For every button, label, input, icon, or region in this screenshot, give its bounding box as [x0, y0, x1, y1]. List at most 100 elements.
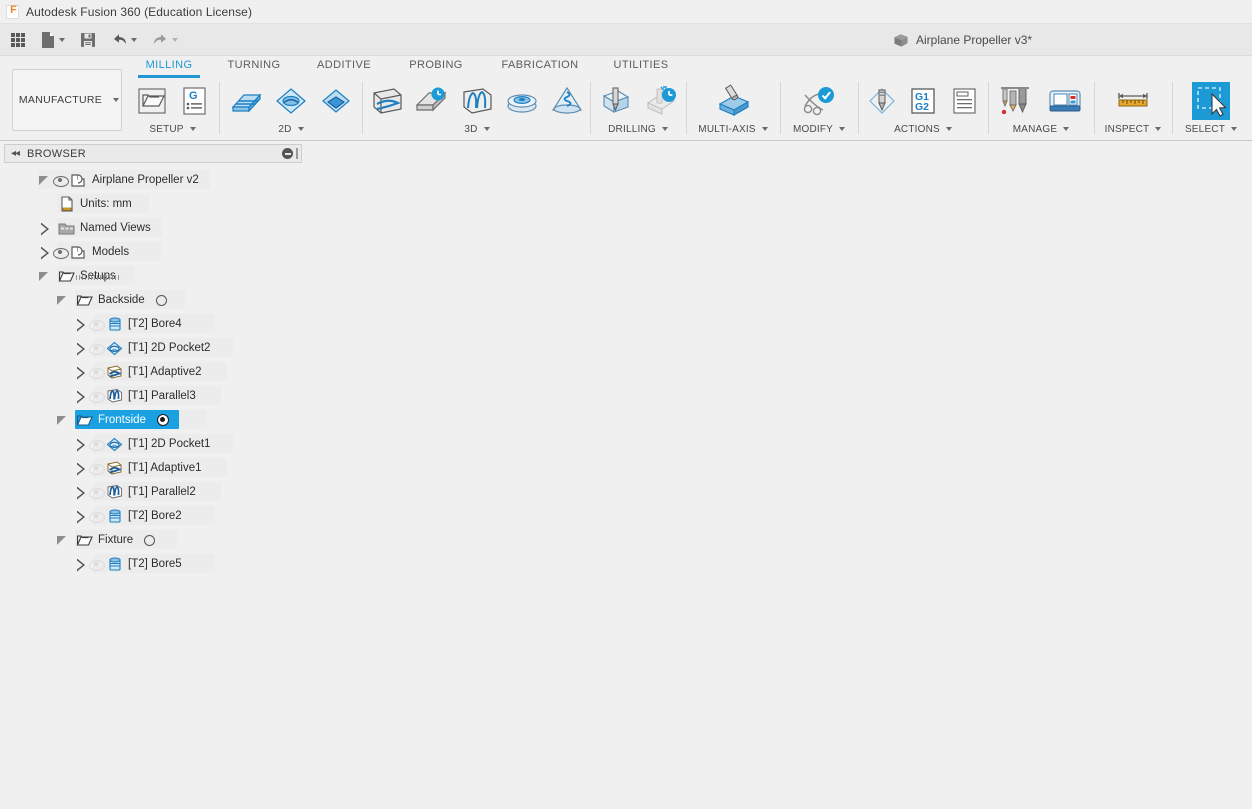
visibility-eye-icon[interactable] [87, 390, 105, 403]
visibility-eye-icon[interactable] [87, 438, 105, 451]
expander-closed-icon[interactable] [74, 438, 87, 451]
simulate-tool[interactable] [862, 80, 901, 122]
tree-item-fixture[interactable]: Fixture [0, 528, 302, 552]
expander-open-icon[interactable] [38, 270, 51, 283]
new-setup-tool[interactable] [132, 80, 172, 122]
visibility-eye-icon[interactable] [87, 510, 105, 523]
scallop-tool[interactable] [500, 80, 543, 122]
tree-item-named-views[interactable]: Named Views [0, 216, 302, 240]
expander-closed-icon[interactable] [38, 222, 51, 235]
2d-pocket-tool[interactable] [269, 80, 312, 122]
expander-closed-icon[interactable] [74, 510, 87, 523]
measure-tool[interactable] [1110, 80, 1156, 122]
expander-open-icon[interactable] [56, 414, 69, 427]
expander-closed-icon[interactable] [74, 486, 87, 499]
chevron-down-icon[interactable] [172, 37, 178, 42]
app-grid-button[interactable] [7, 27, 29, 53]
panel-select: SELECT [1176, 78, 1246, 141]
chevron-down-icon[interactable] [131, 37, 137, 42]
post-process-tool[interactable]: G1 G2 [903, 80, 942, 122]
tool-library-tool[interactable] [994, 80, 1040, 122]
tree-item-setups[interactable]: Setups [0, 264, 302, 288]
visibility-eye-icon[interactable] [51, 174, 69, 187]
chevron-down-icon[interactable] [59, 37, 65, 42]
tree-item-frontside[interactable]: Frontside [0, 408, 302, 432]
tree-item-models[interactable]: Models [0, 240, 302, 264]
undo-button[interactable] [107, 27, 141, 53]
panel-inspect-label[interactable]: INSPECT [1098, 122, 1168, 136]
spiral-tool[interactable] [545, 80, 588, 122]
swarf-tool[interactable] [710, 80, 756, 122]
tree-item-label: Models [92, 246, 130, 258]
pocket-clearing-tool[interactable] [411, 80, 454, 122]
panel-select-label[interactable]: SELECT [1176, 122, 1246, 136]
tree-item-adaptive2[interactable]: [T1] Adaptive2 [0, 360, 302, 384]
tab-utilities[interactable]: UTILITIES [611, 59, 671, 71]
expander-closed-icon[interactable] [74, 366, 87, 379]
expander-open-icon[interactable] [56, 294, 69, 307]
panel-manage-label[interactable]: MANAGE [992, 122, 1090, 136]
tree-item-bore2[interactable]: [T2] Bore2 [0, 504, 302, 528]
resize-grip-icon[interactable] [296, 148, 298, 159]
expander-open-icon[interactable] [38, 174, 51, 187]
face-tool[interactable] [224, 80, 267, 122]
document-tab[interactable]: Airplane Propeller v3* [893, 31, 1032, 49]
visibility-eye-icon[interactable] [87, 318, 105, 331]
tab-probing[interactable]: PROBING [406, 59, 466, 71]
panel-multi-axis-label[interactable]: MULTI-AXIS [690, 122, 776, 136]
tree-item-parallel2[interactable]: [T1] Parallel2 [0, 480, 302, 504]
tree-item-2d-pocket2[interactable]: [T1] 2D Pocket2 [0, 336, 302, 360]
expander-closed-icon[interactable] [74, 342, 87, 355]
expander-closed-icon[interactable] [38, 246, 51, 259]
panel-3d-label[interactable]: 3D [366, 122, 588, 136]
drill-tool[interactable] [594, 80, 637, 122]
tree-item-2d-pocket1[interactable]: [T1] 2D Pocket1 [0, 432, 302, 456]
tree-item-adaptive1[interactable]: [T1] Adaptive1 [0, 456, 302, 480]
adaptive-clearing-tool[interactable] [366, 80, 409, 122]
tree-item-airplane-propeller[interactable]: Airplane Propeller v2 [0, 168, 302, 192]
visibility-eye-icon[interactable] [51, 246, 69, 259]
tab-milling[interactable]: MILLING [138, 59, 200, 78]
active-setup-radio[interactable] [144, 534, 156, 546]
machine-library-tool[interactable] [1042, 80, 1088, 122]
tree-item-bore4[interactable]: [T2] Bore4 [0, 312, 302, 336]
tree-item-backside[interactable]: Backside [0, 288, 302, 312]
double-chevron-left-icon[interactable]: ◂◂ [11, 148, 20, 159]
visibility-eye-icon[interactable] [87, 462, 105, 475]
visibility-eye-icon[interactable] [87, 486, 105, 499]
tab-fabrication[interactable]: FABRICATION [497, 59, 583, 71]
select-tool[interactable] [1188, 80, 1234, 122]
tool-library-icon [1001, 87, 1029, 115]
expander-open-icon[interactable] [56, 534, 69, 547]
visibility-eye-icon[interactable] [87, 558, 105, 571]
expander-closed-icon[interactable] [74, 390, 87, 403]
redo-button[interactable] [148, 27, 182, 53]
new-manual-ngc-tool[interactable]: G [174, 80, 214, 122]
panel-2d-label[interactable]: 2D [224, 122, 358, 136]
save-button[interactable] [76, 27, 100, 53]
panel-setup-label[interactable]: SETUP [130, 122, 215, 136]
2d-contour-tool[interactable] [315, 80, 358, 122]
tree-item-parallel3[interactable]: [T1] Parallel3 [0, 384, 302, 408]
setup-sheet-tool[interactable] [945, 80, 984, 122]
tree-item-bore5[interactable]: [T2] Bore5 [0, 552, 302, 576]
new-document-button[interactable] [36, 27, 69, 53]
visibility-eye-icon[interactable] [87, 366, 105, 379]
bore-tool[interactable] [639, 80, 682, 122]
active-setup-radio[interactable] [155, 294, 167, 306]
expander-closed-icon[interactable] [74, 318, 87, 331]
tree-item-units[interactable]: Units: mm [0, 192, 302, 216]
panel-actions-label[interactable]: ACTIONS [862, 122, 984, 136]
panel-divider [219, 82, 220, 134]
tab-turning[interactable]: TURNING [225, 59, 283, 71]
panel-drilling-label[interactable]: DRILLING [594, 122, 682, 136]
minus-circle-icon[interactable] [282, 148, 293, 159]
visibility-eye-icon[interactable] [87, 342, 105, 355]
trim-toolpath-tool[interactable] [796, 80, 842, 122]
panel-modify-label[interactable]: MODIFY [784, 122, 854, 136]
expander-closed-icon[interactable] [74, 558, 87, 571]
parallel-tool[interactable] [456, 80, 499, 122]
active-setup-radio[interactable] [156, 414, 169, 426]
expander-closed-icon[interactable] [74, 462, 87, 475]
tab-additive[interactable]: ADDITIVE [313, 59, 375, 71]
